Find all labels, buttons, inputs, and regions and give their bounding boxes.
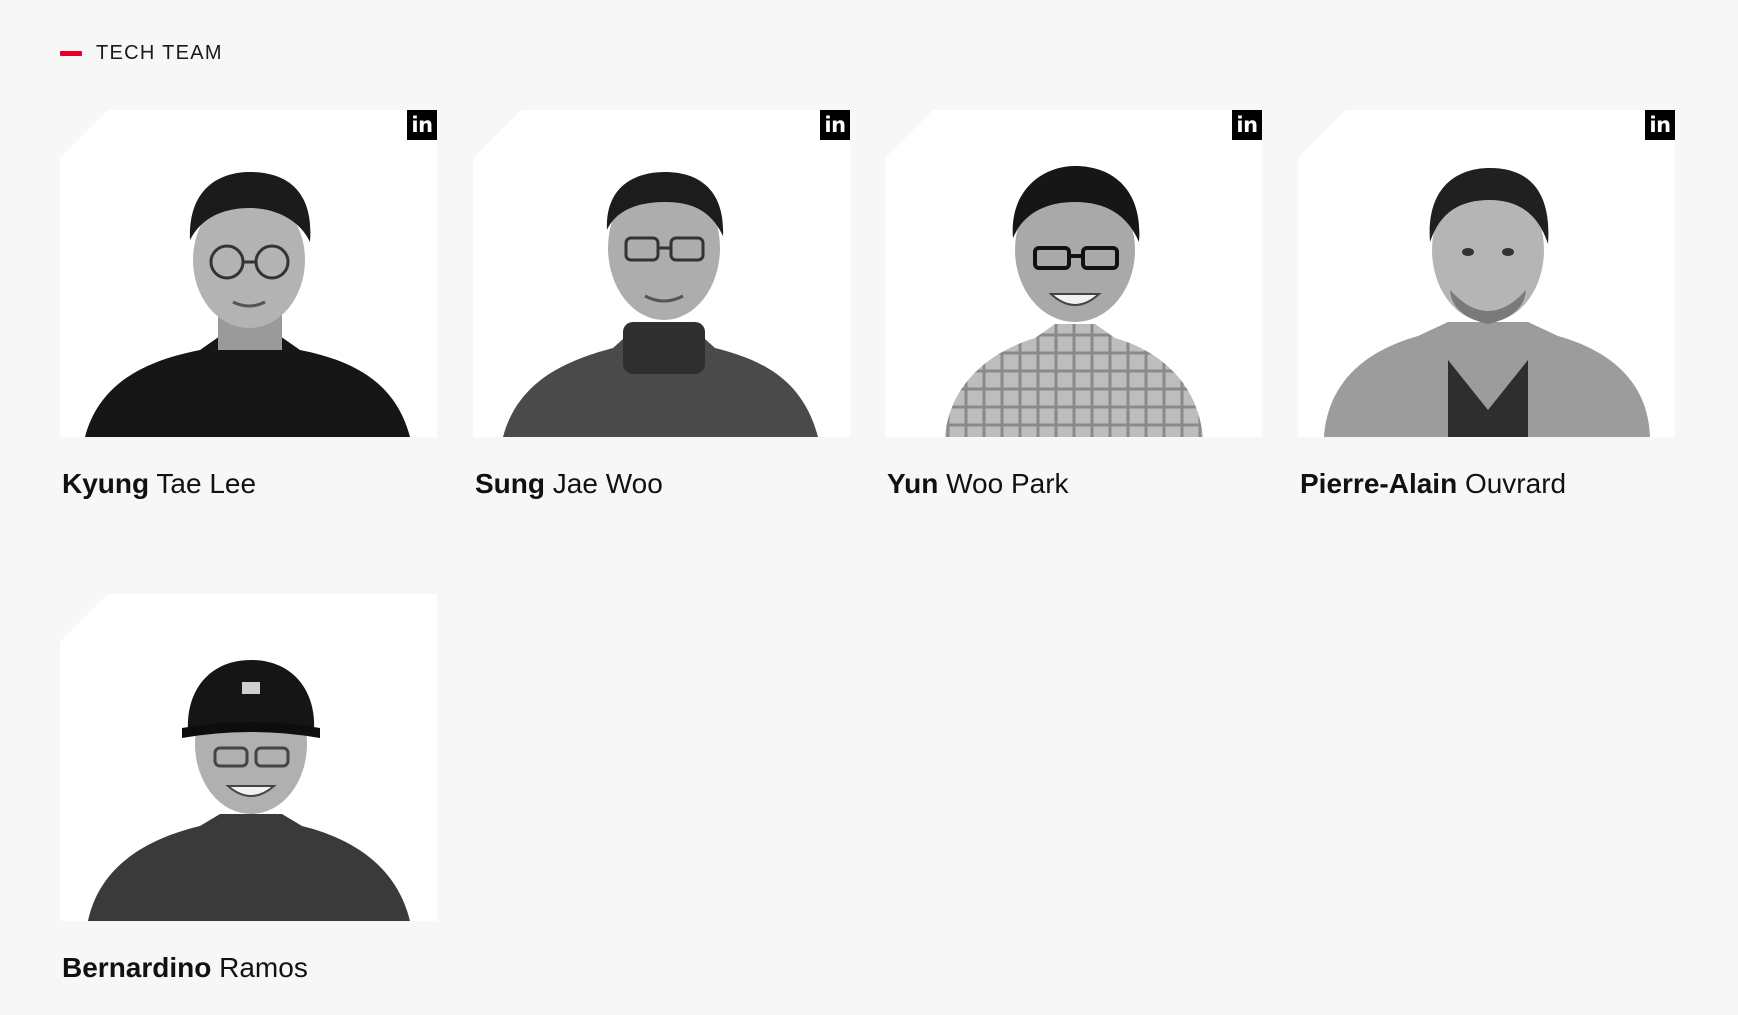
member-name: Pierre-Alain Ouvrard: [1298, 466, 1675, 502]
member-photo: in: [473, 110, 850, 437]
member-photo: in: [885, 110, 1262, 437]
member-photo: in: [60, 110, 437, 437]
linkedin-icon[interactable]: in: [1645, 110, 1675, 140]
member-name: Kyung Tae Lee: [60, 466, 437, 502]
portrait-image: [85, 172, 410, 437]
section-heading: TECH TEAM: [60, 42, 223, 65]
linkedin-icon[interactable]: in: [820, 110, 850, 140]
portrait-image: [503, 172, 818, 437]
member-name: Sung Jae Woo: [473, 466, 850, 502]
member-first-name: Pierre-Alain: [1300, 468, 1458, 499]
portrait-image: [945, 166, 1203, 437]
linkedin-icon[interactable]: in: [1232, 110, 1262, 140]
portrait-image: [1324, 168, 1650, 437]
member-first-name: Bernardino: [62, 952, 212, 983]
member-first-name: Yun: [887, 468, 939, 499]
member-first-name: Sung: [475, 468, 545, 499]
team-member-card: in Sung Jae Woo: [473, 110, 850, 502]
tech-team-section: TECH TEAM in Kyung Tae Lee in Sung Jae W…: [0, 0, 1738, 1015]
accent-dash: [60, 51, 82, 56]
member-photo: [60, 594, 437, 921]
member-last-name: Woo Park: [946, 468, 1069, 499]
member-last-name: Ouvrard: [1464, 468, 1567, 499]
team-member-card: in Yun Woo Park: [885, 110, 1262, 502]
member-first-name: Kyung: [62, 468, 150, 499]
portrait-image: [88, 660, 410, 921]
member-name: Yun Woo Park: [885, 466, 1262, 502]
team-member-card: Bernardino Ramos: [60, 594, 437, 986]
team-member-card: in Pierre-Alain Ouvrard: [1298, 110, 1675, 502]
member-photo: in: [1298, 110, 1675, 437]
team-member-card: in Kyung Tae Lee: [60, 110, 437, 502]
linkedin-icon[interactable]: in: [407, 110, 437, 140]
section-title: TECH TEAM: [96, 42, 223, 64]
member-last-name: Ramos: [219, 952, 308, 983]
member-name: Bernardino Ramos: [60, 950, 437, 986]
member-last-name: Jae Woo: [552, 468, 663, 499]
member-last-name: Tae Lee: [156, 468, 257, 499]
